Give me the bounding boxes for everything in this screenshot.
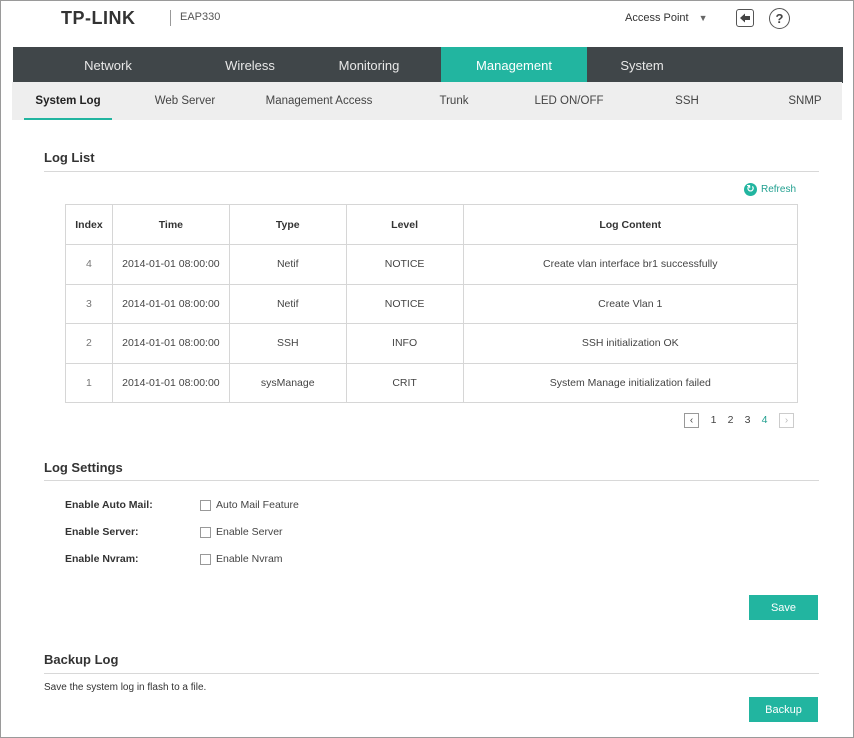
column-header-level: Level — [345, 204, 464, 245]
device-model: EAP330 — [180, 11, 221, 23]
refresh-button[interactable]: ↻ Refresh — [744, 183, 796, 196]
nav-item-monitoring[interactable]: Monitoring — [297, 47, 441, 83]
tab-ssh[interactable]: SSH — [662, 82, 712, 120]
nav-item-management[interactable]: Management — [441, 47, 587, 83]
tab-snmp[interactable]: SNMP — [777, 82, 833, 120]
auto-mail-option: Auto Mail Feature — [200, 499, 299, 511]
page-1[interactable]: 1 — [705, 414, 722, 426]
page-4[interactable]: 4 — [756, 414, 773, 426]
active-tab-indicator — [24, 118, 112, 120]
nvram-option: Enable Nvram — [200, 553, 283, 565]
pagination: ‹ 1 2 3 4 › — [684, 412, 794, 428]
sub-nav: System Log Web Server Management Access … — [12, 82, 842, 120]
log-settings-title: Log Settings — [44, 460, 123, 475]
log-table: Index Time Type Level Log Content 4 2014… — [65, 204, 799, 403]
cell-index: 4 — [65, 244, 113, 285]
cell-level: INFO — [345, 323, 464, 364]
nav-item-system[interactable]: System — [587, 47, 697, 83]
cell-level: NOTICE — [345, 244, 464, 285]
cell-content: System Manage initialization failed — [462, 362, 799, 403]
cell-content: Create Vlan 1 — [462, 283, 799, 324]
prev-page-button[interactable]: ‹ — [684, 412, 699, 428]
auto-mail-checkbox[interactable] — [200, 499, 211, 511]
backup-log-divider — [44, 673, 819, 674]
nvram-option-label: Enable Nvram — [216, 553, 283, 565]
cell-time: 2014-01-01 08:00:00 — [111, 244, 230, 285]
server-label: Enable Server: — [65, 526, 139, 538]
cell-level: CRIT — [345, 362, 464, 403]
save-button[interactable]: Save — [749, 595, 818, 620]
cell-type: Netif — [228, 244, 347, 285]
column-header-time: Time — [111, 204, 230, 245]
cell-time: 2014-01-01 08:00:00 — [111, 362, 230, 403]
cell-content: Create vlan interface br1 successfully — [462, 244, 799, 285]
cell-time: 2014-01-01 08:00:00 — [111, 283, 230, 324]
logout-icon[interactable] — [736, 9, 754, 27]
mode-select[interactable]: Access Point ▼ — [625, 9, 708, 27]
table-header-row: Index Time Type Level Log Content — [65, 204, 799, 245]
cell-content: SSH initialization OK — [462, 323, 799, 364]
backup-button[interactable]: Backup — [749, 697, 818, 722]
table-row: 4 2014-01-01 08:00:00 Netif NOTICE Creat… — [65, 244, 799, 285]
table-row: 1 2014-01-01 08:00:00 sysManage CRIT Sys… — [65, 362, 799, 403]
nvram-checkbox[interactable] — [200, 553, 211, 565]
backup-log-description: Save the system log in flash to a file. — [44, 682, 207, 693]
server-option-label: Enable Server — [216, 526, 283, 538]
tab-web-server[interactable]: Web Server — [140, 82, 230, 120]
cell-type: Netif — [228, 283, 347, 324]
column-header-log-content: Log Content — [462, 204, 799, 245]
page-2[interactable]: 2 — [722, 414, 739, 426]
log-settings-divider — [44, 480, 819, 481]
brand-logo: TP-LINK — [61, 8, 136, 28]
nav-item-network[interactable]: Network — [13, 47, 203, 83]
table-row: 2 2014-01-01 08:00:00 SSH INFO SSH initi… — [65, 323, 799, 364]
server-option: Enable Server — [200, 526, 283, 538]
refresh-icon: ↻ — [744, 183, 757, 196]
auto-mail-label: Enable Auto Mail: — [65, 499, 153, 511]
column-header-type: Type — [228, 204, 347, 245]
auto-mail-option-label: Auto Mail Feature — [216, 499, 299, 511]
cell-index: 1 — [65, 362, 113, 403]
chevron-down-icon: ▼ — [698, 13, 708, 23]
cell-type: sysManage — [228, 362, 347, 403]
logo-divider — [170, 10, 171, 26]
help-icon[interactable]: ? — [769, 8, 790, 29]
backup-log-title: Backup Log — [44, 652, 119, 667]
table-row: 3 2014-01-01 08:00:00 Netif NOTICE Creat… — [65, 283, 799, 324]
tab-led-on-off[interactable]: LED ON/OFF — [524, 82, 614, 120]
cell-level: NOTICE — [345, 283, 464, 324]
tab-management-access[interactable]: Management Access — [257, 82, 381, 120]
refresh-label: Refresh — [761, 184, 797, 195]
cell-index: 2 — [65, 323, 113, 364]
top-bar: TP-LINK EAP330 Access Point ▼ ? — [13, 1, 843, 47]
cell-time: 2014-01-01 08:00:00 — [111, 323, 230, 364]
next-page-button[interactable]: › — [779, 412, 794, 428]
nvram-label: Enable Nvram: — [65, 553, 139, 565]
main-nav: Network Wireless Monitoring Management Syste… — [13, 47, 843, 83]
logout-arrow-graphic — [740, 13, 750, 23]
server-checkbox[interactable] — [200, 526, 211, 538]
mode-select-value: Access Point — [625, 12, 689, 24]
column-header-index: Index — [65, 204, 113, 245]
log-list-title: Log List — [44, 150, 95, 165]
log-list-divider — [44, 171, 819, 172]
tab-system-log[interactable]: System Log — [24, 82, 112, 120]
cell-index: 3 — [65, 283, 113, 324]
page-3[interactable]: 3 — [739, 414, 756, 426]
nav-item-wireless[interactable]: Wireless — [203, 47, 297, 83]
tab-trunk[interactable]: Trunk — [422, 82, 486, 120]
cell-type: SSH — [228, 323, 347, 364]
